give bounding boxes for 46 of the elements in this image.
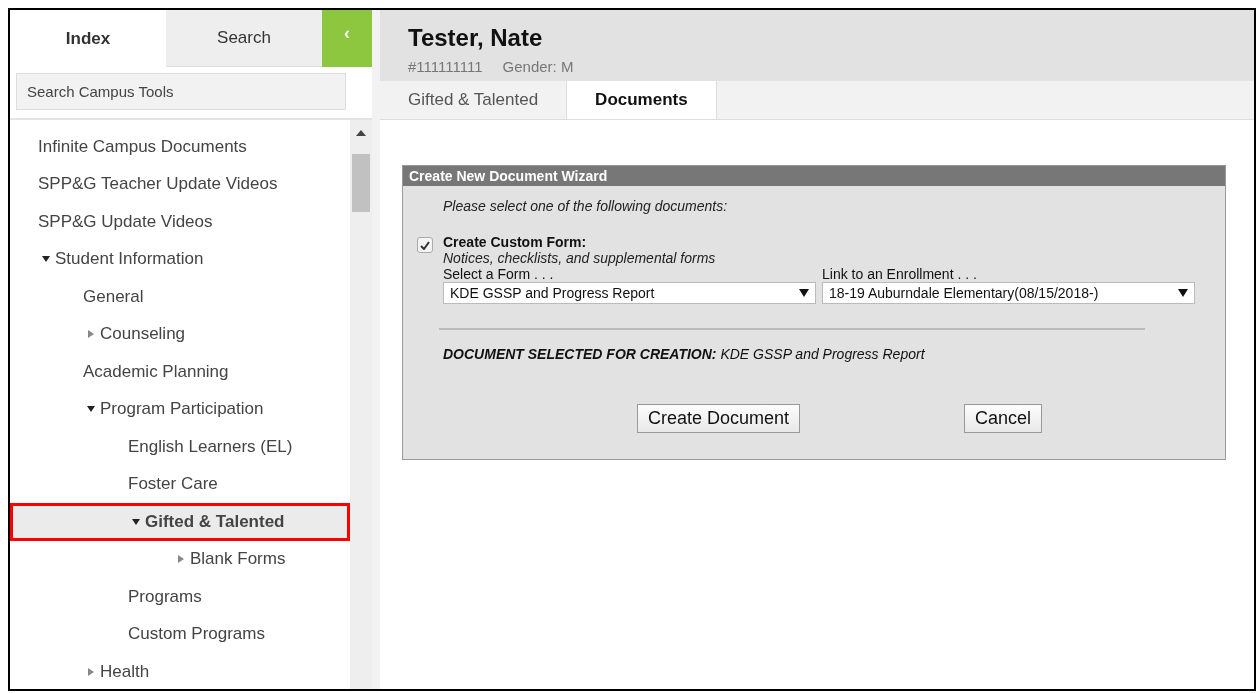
instruction-text: Please select one of the following documents: (443, 198, 729, 214)
caret-icon (1178, 289, 1188, 297)
tree-item[interactable]: Student Information (55, 249, 204, 270)
select-label: Link to an Enrollment . . . (822, 266, 978, 282)
collapsed-arrow-icon[interactable] (87, 667, 95, 676)
selected-document-text: DOCUMENT SELECTED FOR CREATION: KDE GSSP and Progress Report (443, 346, 926, 362)
collapsed-arrow-icon[interactable] (177, 555, 185, 564)
tree-item[interactable]: General (83, 286, 144, 307)
tree-item[interactable]: Academic Planning (83, 361, 229, 382)
tree-item[interactable]: Programs (128, 586, 202, 607)
tree-item[interactable]: Foster Care (128, 474, 218, 495)
custom-form-label: Create Custom Form: (443, 234, 588, 250)
caret-icon (799, 289, 809, 297)
custom-form-checkbox[interactable] (417, 237, 433, 253)
selected-tree-row[interactable]: Gifted & Talented (10, 503, 350, 541)
expanded-arrow-icon[interactable] (132, 517, 140, 526)
custom-form-description: Notices, checklists, and supplemental forms (443, 250, 717, 266)
dropdown[interactable]: KDE GSSP and Progress Report (443, 282, 816, 304)
expanded-arrow-icon[interactable] (87, 405, 95, 414)
dropdown[interactable]: 18-19 Auburndale Elementary(08/15/2018-) (822, 282, 1195, 304)
sidebar-tab[interactable]: Search (166, 10, 322, 67)
create-document-button[interactable]: Create Document (637, 404, 801, 433)
wizard-title: Create New Document Wizard (403, 166, 1225, 186)
tab[interactable]: Gifted & Talented (380, 81, 567, 119)
student-name: Tester, Nate (408, 24, 544, 52)
cancel-button[interactable]: Cancel (964, 404, 1043, 433)
tree-item[interactable]: SPP&G Update Videos (38, 211, 213, 232)
scroll-thumb[interactable] (352, 154, 370, 212)
search-field[interactable]: Search Campus Tools (16, 73, 346, 110)
tree-item[interactable]: Health (100, 661, 150, 682)
check-icon (420, 240, 430, 250)
tree-item[interactable]: Counseling (100, 324, 186, 345)
tree-item[interactable]: Program Participation (100, 399, 264, 420)
tree-item[interactable]: Gifted & Talented (145, 511, 285, 532)
tree-item[interactable]: English Learners (EL) (128, 436, 293, 457)
expanded-arrow-icon[interactable] (42, 255, 50, 264)
collapsed-arrow-icon[interactable] (87, 330, 95, 339)
tree-item[interactable]: SPP&G Teacher Update Videos (38, 174, 278, 195)
student-id: #111111111 (408, 58, 483, 75)
tab[interactable]: Documents (566, 81, 717, 119)
select-label: Select a Form . . . (443, 266, 555, 282)
tree-item[interactable]: Custom Programs (128, 624, 265, 645)
tree-item[interactable]: Blank Forms (190, 549, 286, 570)
student-gender: Gender: M (502, 58, 574, 75)
tree-item[interactable]: Infinite Campus Documents (38, 136, 247, 157)
scroll-up-icon[interactable] (356, 130, 366, 136)
